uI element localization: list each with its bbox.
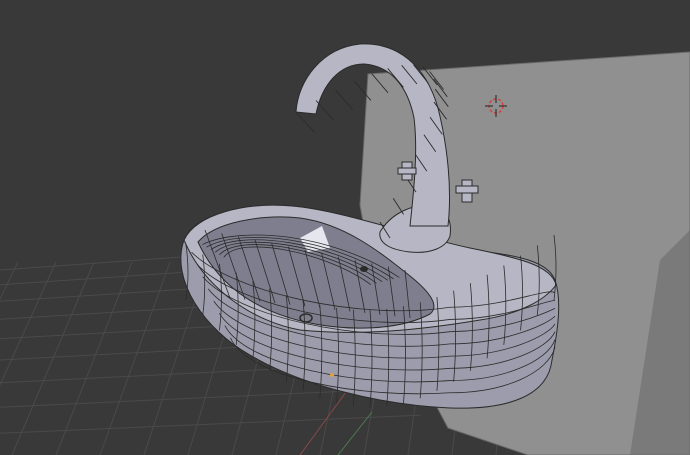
object-origin-icon (330, 373, 334, 377)
overflow-hole (360, 266, 368, 272)
viewport-canvas[interactable] (0, 0, 690, 455)
3d-viewport[interactable] (0, 0, 690, 455)
